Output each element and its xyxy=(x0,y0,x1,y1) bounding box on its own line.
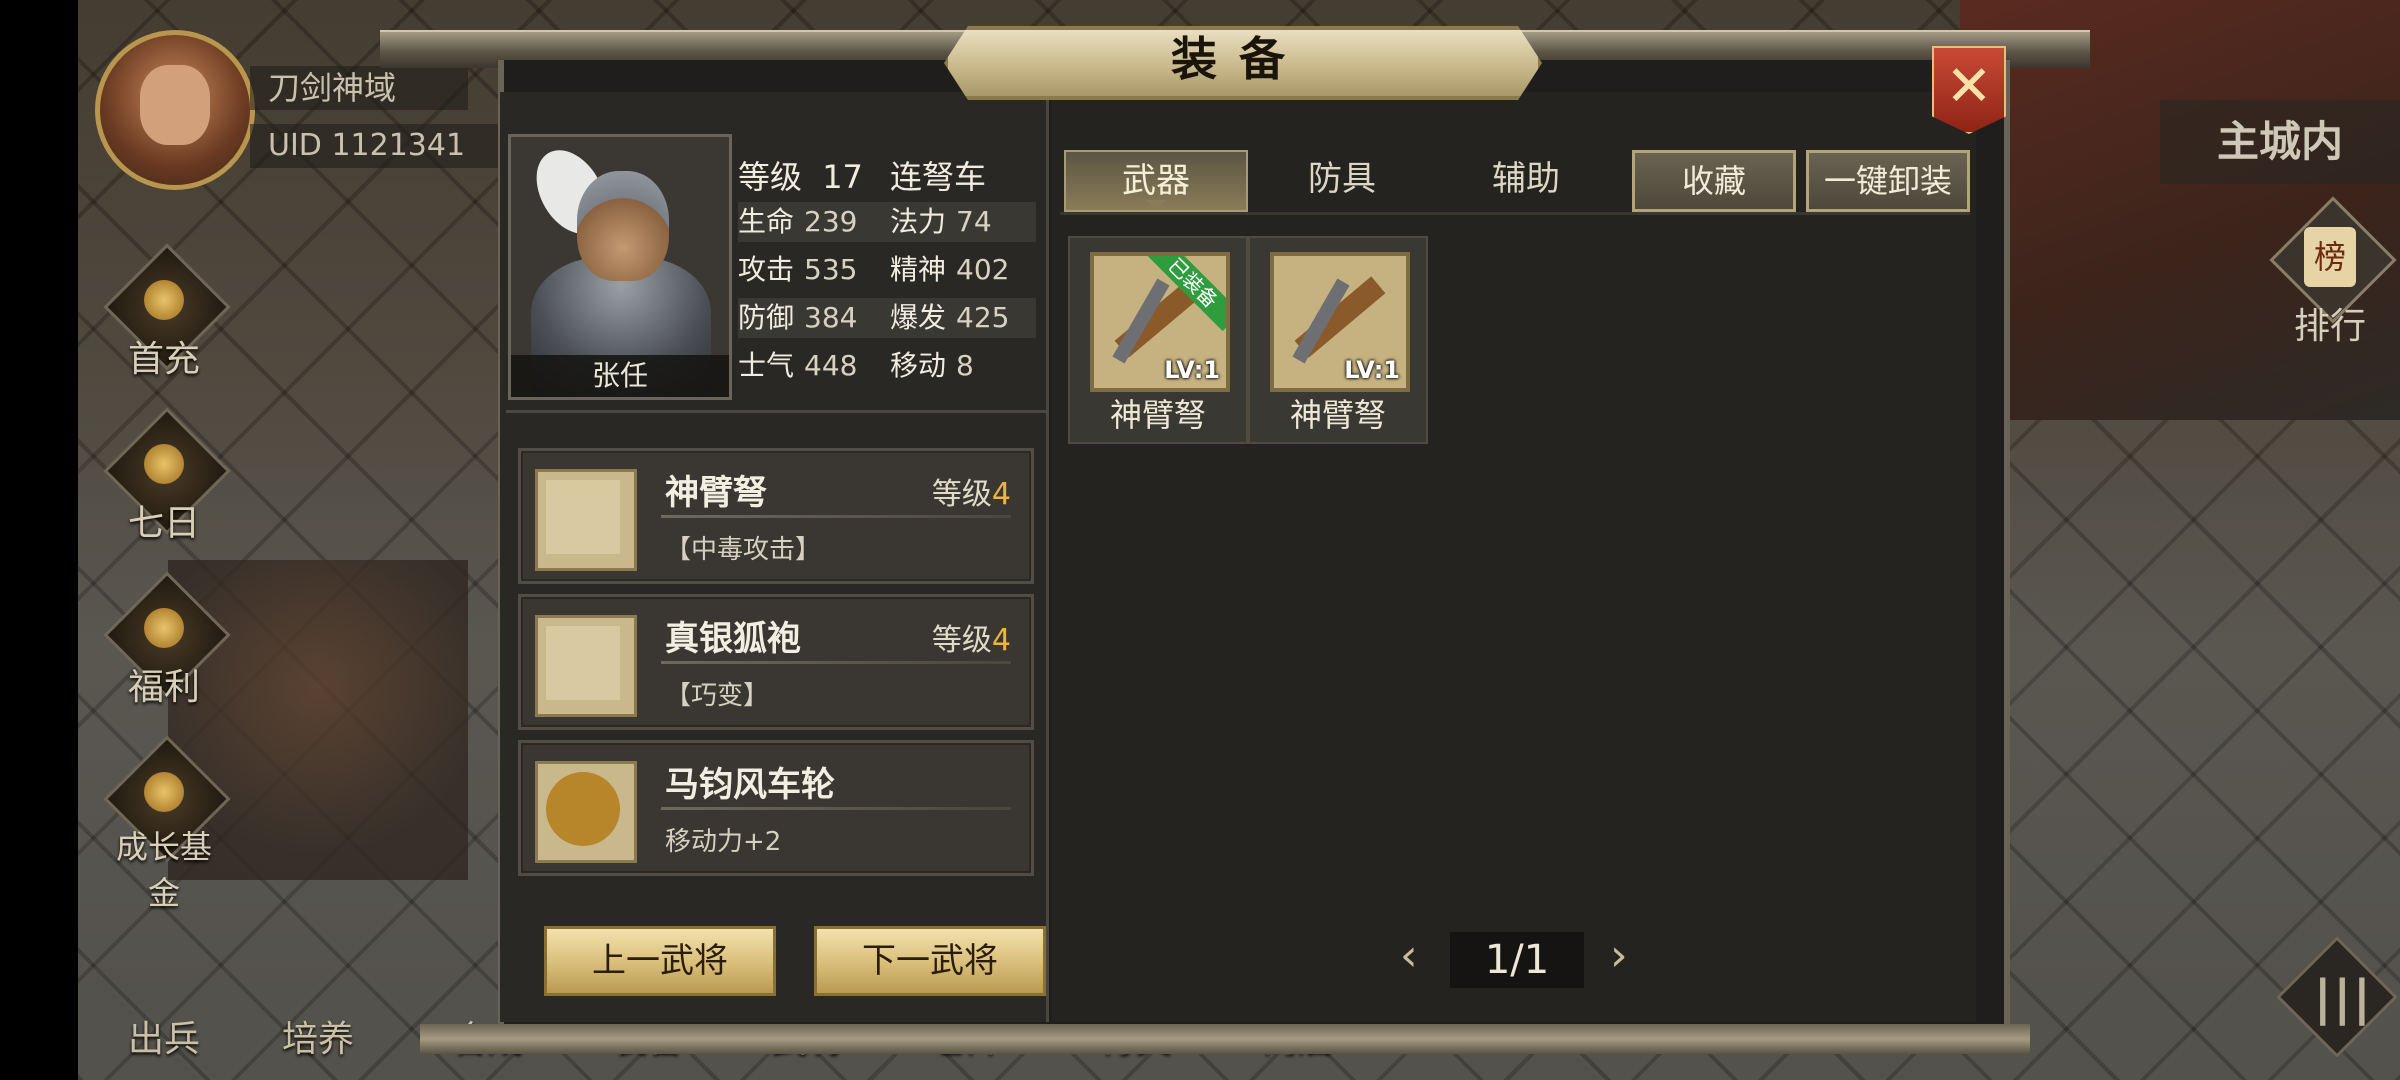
level-label: 等级 xyxy=(738,158,803,196)
hero-level-row: 等级 17 连弩车 xyxy=(738,156,1036,198)
stat-morale: 士气 448 xyxy=(738,349,858,382)
equipped-weapon-slot[interactable]: 神臂弩 等级4 【中毒攻击】 xyxy=(518,448,1034,584)
page-next-button[interactable]: › xyxy=(1610,930,1628,981)
avatar-face xyxy=(140,65,210,145)
stat-row: 攻击 535 精神 402 xyxy=(738,250,1036,290)
equipped-accessory-slot[interactable]: 马钧风车轮 移动力+2 xyxy=(518,740,1034,876)
hero-name: 张任 xyxy=(511,355,729,397)
stat-hp: 生命 239 xyxy=(738,205,858,238)
crossbow-icon: LV:1 xyxy=(1270,252,1410,392)
main-menu-button[interactable]: ||| xyxy=(2276,936,2398,1058)
ranking-button[interactable]: 榜 排行 xyxy=(2269,196,2397,355)
scroll-icon xyxy=(144,444,184,484)
server-name: 刀剑神域 xyxy=(250,66,468,110)
gift-icon xyxy=(144,280,184,320)
welfare-button[interactable]: 福利 xyxy=(103,571,231,708)
unit-type: 连弩车 xyxy=(890,158,987,196)
stat-row: 防御 384 爆发 425 xyxy=(738,298,1036,338)
tabs-divider xyxy=(1060,212,1970,215)
nav-train[interactable]: 培养 xyxy=(282,1010,354,1070)
dialog-title: 装备 xyxy=(1171,32,1307,86)
divider xyxy=(506,410,1046,413)
wheel-icon xyxy=(535,761,637,863)
inventory-item[interactable]: LV:1 神臂弩 xyxy=(1248,236,1428,444)
player-avatar[interactable] xyxy=(95,30,255,190)
level-value: 17 xyxy=(822,158,863,196)
stat-burst: 爆发 425 xyxy=(890,301,1010,334)
stat-row: 士气 448 移动 8 xyxy=(738,346,1036,386)
page-indicator: 1/1 xyxy=(1450,932,1584,988)
stat-spirit: 精神 402 xyxy=(890,253,1010,286)
close-button[interactable]: ✕ xyxy=(1932,46,2006,134)
city-location-label[interactable]: 主城内 xyxy=(2160,100,2400,184)
menu-icon: ||| xyxy=(2314,970,2373,1026)
crossbow-icon xyxy=(535,469,637,571)
growth-fund-button[interactable]: 成长基金 xyxy=(103,735,231,912)
inventory-item[interactable]: 已装备 LV:1 神臂弩 xyxy=(1068,236,1248,444)
tab-armor[interactable]: 防具 xyxy=(1252,150,1432,208)
fox-robe-icon xyxy=(535,615,637,717)
stat-attack: 攻击 535 xyxy=(738,253,858,286)
tab-weapon[interactable]: 武器 xyxy=(1064,150,1248,212)
unequip-all-button[interactable]: 一键卸装 xyxy=(1806,150,1970,212)
player-uid: UID 1121341 xyxy=(250,124,498,168)
tab-accessory[interactable]: 辅助 xyxy=(1436,150,1616,208)
ranking-badge-icon: 榜 xyxy=(2304,227,2356,287)
screen-edge xyxy=(0,0,78,1080)
dialog-bottom-frame xyxy=(420,1024,2030,1054)
first-recharge-button[interactable]: 首充 xyxy=(103,243,231,380)
hero-portrait: 张任 xyxy=(508,134,732,400)
crossbow-icon: 已装备 LV:1 xyxy=(1090,252,1230,392)
stat-mp: 法力 74 xyxy=(890,205,992,238)
treasure-chest-icon xyxy=(144,608,184,648)
nav-dispatch[interactable]: 出兵 xyxy=(128,1010,200,1070)
close-icon: ✕ xyxy=(1945,54,1993,119)
equipped-armor-slot[interactable]: 真银狐袍 等级4 【巧变】 xyxy=(518,594,1034,730)
stat-row: 生命 239 法力 74 xyxy=(738,202,1036,242)
seven-day-button[interactable]: 七日 xyxy=(103,407,231,544)
next-hero-button[interactable]: 下一武将 xyxy=(814,926,1046,996)
prev-hero-button[interactable]: 上一武将 xyxy=(544,926,776,996)
inventory-panel xyxy=(1052,92,1976,1022)
page-prev-button[interactable]: ‹ xyxy=(1400,930,1418,981)
stat-defense: 防御 384 xyxy=(738,301,858,334)
gold-coins-icon xyxy=(144,772,184,812)
favorite-button[interactable]: 收藏 xyxy=(1632,150,1796,212)
stat-move: 移动 8 xyxy=(890,349,974,382)
